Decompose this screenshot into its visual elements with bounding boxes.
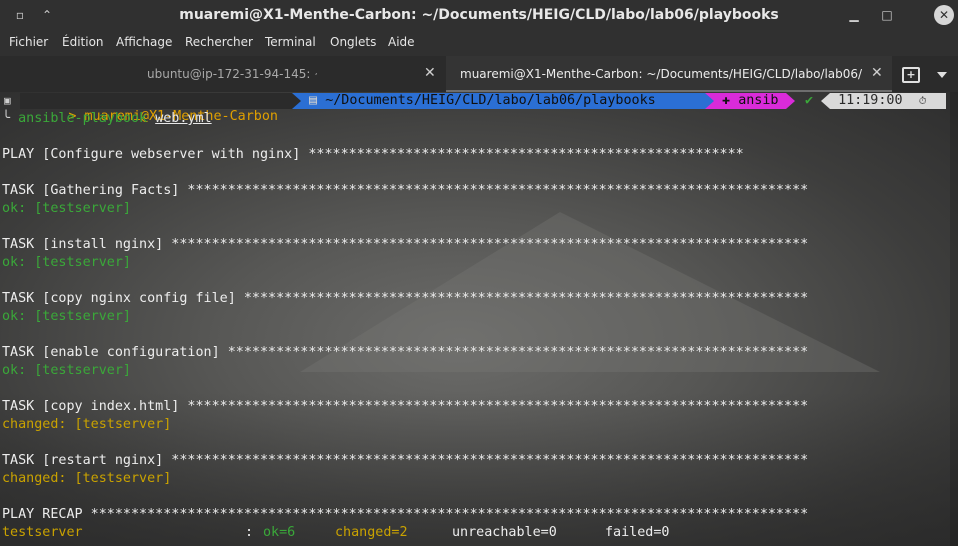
prompt-time: 11:19:00 ⏱ — [830, 93, 946, 109]
prompt-status: ✔ — [805, 93, 814, 108]
prompt-user-host: > muaremi@X1-Menthe-Carbon — [20, 93, 292, 124]
menu-edition[interactable]: Édition — [62, 35, 104, 49]
recap-header: PLAY RECAP *****************************… — [2, 507, 809, 522]
recap-separator: : — [245, 525, 254, 540]
menu-affichage[interactable]: Affichage — [116, 35, 172, 49]
task-header: TASK [copy index.html] *****************… — [2, 399, 809, 414]
task-header: TASK [copy nginx config file] **********… — [2, 291, 809, 306]
recap-host: testserver — [2, 525, 83, 540]
powerline-separator — [786, 93, 795, 109]
powerline-separator — [821, 93, 830, 109]
task-header: TASK [restart nginx] *******************… — [2, 453, 809, 468]
menu-bar: Fichier Édition Affichage Rechercher Ter… — [0, 31, 958, 56]
task-result: changed: [testserver] — [2, 417, 172, 432]
task-result: ok: [testserver] — [2, 363, 131, 378]
tab-bar: ubuntu@ip-172-31-94-145: ~ ✕ muaremi@X1-… — [0, 56, 958, 93]
menu-onglets[interactable]: Onglets — [330, 35, 376, 49]
recap-unreachable: unreachable=0 — [452, 525, 557, 540]
tab-label: muaremi@X1-Menthe-Carbon: ~/Documents/HE… — [460, 67, 862, 81]
task-result: ok: [testserver] — [2, 255, 131, 270]
tab-close-icon[interactable]: ✕ — [871, 65, 883, 81]
scrollbar[interactable] — [950, 92, 958, 546]
menu-fichier[interactable]: Fichier — [9, 35, 48, 49]
task-result: ok: [testserver] — [2, 309, 131, 324]
menu-terminal[interactable]: Terminal — [265, 35, 316, 49]
tab-label: ubuntu@ip-172-31-94-145: ~ — [147, 67, 317, 81]
powerline-separator — [705, 93, 714, 109]
tab-menu-chevron-down-icon[interactable] — [937, 72, 947, 78]
terminal-output[interactable]: ▣ > muaremi@X1-Menthe-Carbon ▤ ~/Documen… — [0, 92, 958, 546]
menu-rechercher[interactable]: Rechercher — [185, 35, 253, 49]
menu-aide[interactable]: Aide — [388, 35, 415, 49]
command-program: ansible-playbook — [18, 111, 148, 126]
command-file: web.yml — [155, 111, 212, 126]
task-header: TASK [install nginx] *******************… — [2, 237, 809, 252]
task-header: TASK [Gathering Facts] *****************… — [2, 183, 809, 198]
task-result: changed: [testserver] — [2, 471, 172, 486]
recap-ok: ok=6 — [263, 525, 296, 540]
close-button[interactable]: ✕ — [934, 5, 954, 25]
task-result: ok: [testserver] — [2, 201, 131, 216]
tab-ubuntu-ssh[interactable]: ubuntu@ip-172-31-94-145: ~ ✕ — [0, 56, 446, 92]
new-tab-icon[interactable]: + — [902, 67, 920, 83]
tab-close-icon[interactable]: ✕ — [424, 65, 436, 81]
recap-failed: failed=0 — [605, 525, 670, 540]
prompt-git-branch: ✚ ansib — [714, 93, 786, 109]
tab-local-playbooks[interactable]: muaremi@X1-Menthe-Carbon: ~/Documents/HE… — [446, 56, 892, 92]
minimize-button[interactable]: ▁ — [844, 5, 864, 25]
maximize-button[interactable]: □ — [877, 5, 897, 25]
command-line: ╰ ansible-playbook web.yml — [2, 111, 212, 126]
prompt-path: ▤ ~/Documents/HEIG/CLD/labo/lab06/playbo… — [301, 93, 705, 109]
task-header: TASK [enable configuration] ************… — [2, 345, 809, 360]
play-header: PLAY [Configure webserver with nginx] **… — [2, 147, 744, 162]
terminal-icon: ▣ — [4, 94, 11, 107]
window-title: muaremi@X1-Menthe-Carbon: ~/Documents/HE… — [179, 7, 779, 23]
title-bar: ▫ ⌃ muaremi@X1-Menthe-Carbon: ~/Document… — [0, 0, 958, 31]
powerline-separator — [292, 93, 301, 109]
recap-changed: changed=2 — [335, 525, 408, 540]
